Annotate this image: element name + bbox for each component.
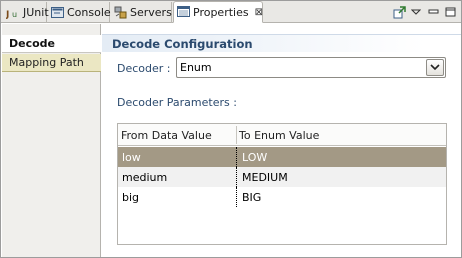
decoder-parameters-label: Decoder Parameters :: [117, 96, 237, 109]
column-divider[interactable]: [236, 126, 237, 144]
junit-icon: Ju: [6, 6, 20, 20]
from-value-cell[interactable]: medium: [122, 167, 234, 187]
cell-divider: [236, 147, 237, 167]
tab-properties[interactable]: Properties ⊠: [173, 1, 263, 23]
properties-view: Ju JUnit Console Servers Properties ⊠ De…: [0, 0, 462, 258]
maximize-icon[interactable]: [443, 5, 457, 19]
tab-label: Properties: [193, 5, 249, 19]
servers-icon: [114, 6, 127, 20]
column-header-from[interactable]: From Data Value: [121, 124, 234, 146]
from-value-cell[interactable]: big: [122, 187, 234, 207]
console-icon: [51, 6, 64, 20]
nav-item-decode[interactable]: Decode: [2, 35, 101, 53]
close-tab-icon[interactable]: ⊠: [255, 7, 263, 18]
decoder-value: Enum: [180, 61, 212, 74]
tab-servers[interactable]: Servers: [111, 2, 172, 23]
view-tab-bar: Ju JUnit Console Servers Properties ⊠: [1, 1, 461, 23]
column-header-to[interactable]: To Enum Value: [239, 124, 439, 146]
to-value-cell[interactable]: LOW: [242, 147, 442, 167]
table-row[interactable]: low LOW: [118, 147, 446, 167]
nav-item-label: Mapping Path: [9, 56, 84, 69]
cell-divider: [236, 187, 237, 207]
view-toolbar: [392, 3, 457, 21]
nav-item-mapping-path[interactable]: Mapping Path: [2, 54, 101, 72]
decoder-label: Decoder :: [117, 62, 171, 75]
tab-junit[interactable]: Ju JUnit: [3, 2, 49, 23]
to-value-cell[interactable]: MEDIUM: [242, 167, 442, 187]
decoder-select[interactable]: Enum: [176, 57, 446, 78]
property-sections-nav: Decode Mapping Path: [2, 24, 101, 257]
view-menu-icon[interactable]: [409, 5, 423, 19]
table-row[interactable]: big BIG: [118, 187, 446, 207]
table-row[interactable]: medium MEDIUM: [118, 167, 446, 187]
from-value-cell[interactable]: low: [122, 147, 234, 167]
tab-label: Console: [67, 6, 111, 19]
decode-section: Decode Configuration Decoder : Enum Deco…: [102, 24, 461, 257]
svg-text:J: J: [6, 10, 9, 19]
decoder-parameters-table[interactable]: From Data Value To Enum Value low LOW me…: [117, 123, 447, 245]
to-value-cell[interactable]: BIG: [242, 187, 442, 207]
chevron-down-icon[interactable]: [426, 59, 444, 76]
svg-text:u: u: [12, 10, 17, 19]
table-header: From Data Value To Enum Value: [118, 124, 446, 146]
tab-console[interactable]: Console: [48, 2, 111, 23]
nav-item-label: Decode: [9, 37, 56, 50]
tab-label: JUnit: [23, 6, 49, 19]
cell-divider: [236, 167, 237, 187]
properties-icon: [177, 5, 190, 19]
tab-label: Servers: [130, 6, 172, 19]
section-title: Decode Configuration: [102, 34, 461, 52]
pin-view-icon[interactable]: [392, 5, 406, 19]
minimize-icon[interactable]: [426, 5, 440, 19]
